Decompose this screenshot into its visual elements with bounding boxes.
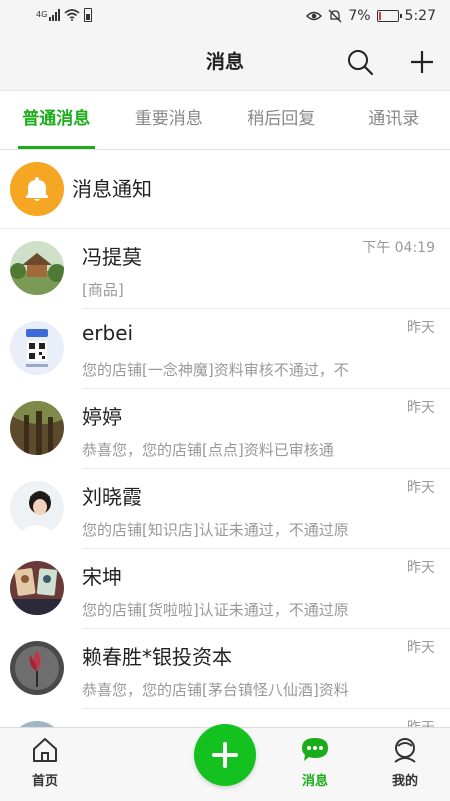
plus-icon <box>209 739 241 771</box>
message-preview: 您的店铺[知识店]认证未通过，不通过原 <box>82 519 382 540</box>
page-title: 消息 <box>0 34 450 90</box>
contact-name: 刘晓霞 <box>82 481 142 510</box>
tab-reply-later[interactable]: 稍后回复 <box>225 91 338 149</box>
nav-home-label: 首页 <box>10 770 80 789</box>
clock: 5:27 <box>405 8 436 24</box>
notification-row[interactable]: 消息通知 <box>0 150 450 229</box>
battery-percent: 7% <box>348 8 370 24</box>
list-item[interactable]: 刘晓霞 您的店铺[知识店]认证未通过，不通过原 昨天 <box>0 469 450 549</box>
avatar <box>10 401 64 455</box>
notification-avatar <box>10 162 64 216</box>
nav-messages[interactable]: 消息 <box>280 734 350 789</box>
avatar <box>10 481 64 535</box>
list-item[interactable]: 宋坤 您的店铺[货啦啦]认证未通过，不通过原 昨天 <box>0 549 450 629</box>
message-list: 冯提莫 [商品] 下午 04:19 erbei 您的店铺[一念神魔]资料审核不通… <box>0 229 450 789</box>
nav-home[interactable]: 首页 <box>10 734 80 789</box>
message-preview: 恭喜您，您的店铺[点点]资料已审核通 <box>82 439 382 460</box>
avatar <box>10 241 64 295</box>
contact-name: 赖春胜*银投资本 <box>82 641 232 670</box>
wifi-icon <box>64 9 80 21</box>
user-icon <box>391 736 419 764</box>
message-time: 下午 04:19 <box>362 237 435 257</box>
message-preview: 您的店铺[货啦啦]认证未通过，不通过原 <box>82 599 382 620</box>
network-type: 4G <box>36 11 47 19</box>
message-tabs: 普通消息 重要消息 稍后回复 通讯录 <box>0 91 450 150</box>
mute-bell-icon <box>328 9 342 23</box>
message-time: 昨天 <box>407 557 435 577</box>
tab-contacts[interactable]: 通讯录 <box>338 91 450 149</box>
message-preview: 您的店铺[一念神魔]资料审核不通过，不 <box>82 359 382 380</box>
chat-bubble-icon <box>300 736 330 764</box>
search-button[interactable] <box>344 46 376 78</box>
list-item[interactable]: erbei 您的店铺[一念神魔]资料审核不通过，不 昨天 <box>0 309 450 389</box>
message-preview: 恭喜您，您的店铺[茅台镇怪八仙酒]资料 <box>82 679 382 700</box>
list-item[interactable]: 婷婷 恭喜您，您的店铺[点点]资料已审核通 昨天 <box>0 389 450 469</box>
message-time: 昨天 <box>407 397 435 417</box>
contact-name: 宋坤 <box>82 561 122 590</box>
nav-messages-label: 消息 <box>280 770 350 789</box>
eye-icon <box>306 10 322 22</box>
nav-mine[interactable]: 我的 <box>370 734 440 789</box>
message-preview: [商品] <box>82 279 382 300</box>
contact-name: erbei <box>82 321 133 345</box>
app-header: 消息 <box>0 34 450 91</box>
list-item[interactable]: 赖春胜*银投资本 恭喜您，您的店铺[茅台镇怪八仙酒]资料 昨天 <box>0 629 450 709</box>
tab-normal-messages[interactable]: 普通消息 <box>0 91 113 149</box>
notification-label: 消息通知 <box>72 150 152 228</box>
sim-battery-icon <box>84 8 92 22</box>
nav-mine-label: 我的 <box>370 770 440 789</box>
status-bar: 4G 7% 5:27 <box>0 0 450 34</box>
bottom-nav: 首页 消息 我的 <box>0 727 450 801</box>
message-time: 昨天 <box>407 317 435 337</box>
list-item[interactable]: 冯提莫 [商品] 下午 04:19 <box>0 229 450 309</box>
contact-name: 婷婷 <box>82 401 122 430</box>
search-icon <box>344 46 376 78</box>
battery-icon <box>377 10 399 22</box>
avatar <box>10 561 64 615</box>
add-button[interactable] <box>406 46 438 78</box>
status-right: 7% 5:27 <box>306 8 436 24</box>
signal-icon <box>49 9 60 21</box>
contact-name: 冯提莫 <box>82 241 142 270</box>
tab-important-messages[interactable]: 重要消息 <box>113 91 226 149</box>
message-time: 昨天 <box>407 637 435 657</box>
message-time: 昨天 <box>407 477 435 497</box>
home-icon <box>31 736 59 764</box>
avatar <box>10 641 64 695</box>
publish-fab[interactable] <box>194 724 256 786</box>
bell-icon <box>22 174 52 204</box>
plus-icon <box>406 46 438 78</box>
status-left: 4G <box>36 8 92 22</box>
avatar <box>10 321 64 375</box>
